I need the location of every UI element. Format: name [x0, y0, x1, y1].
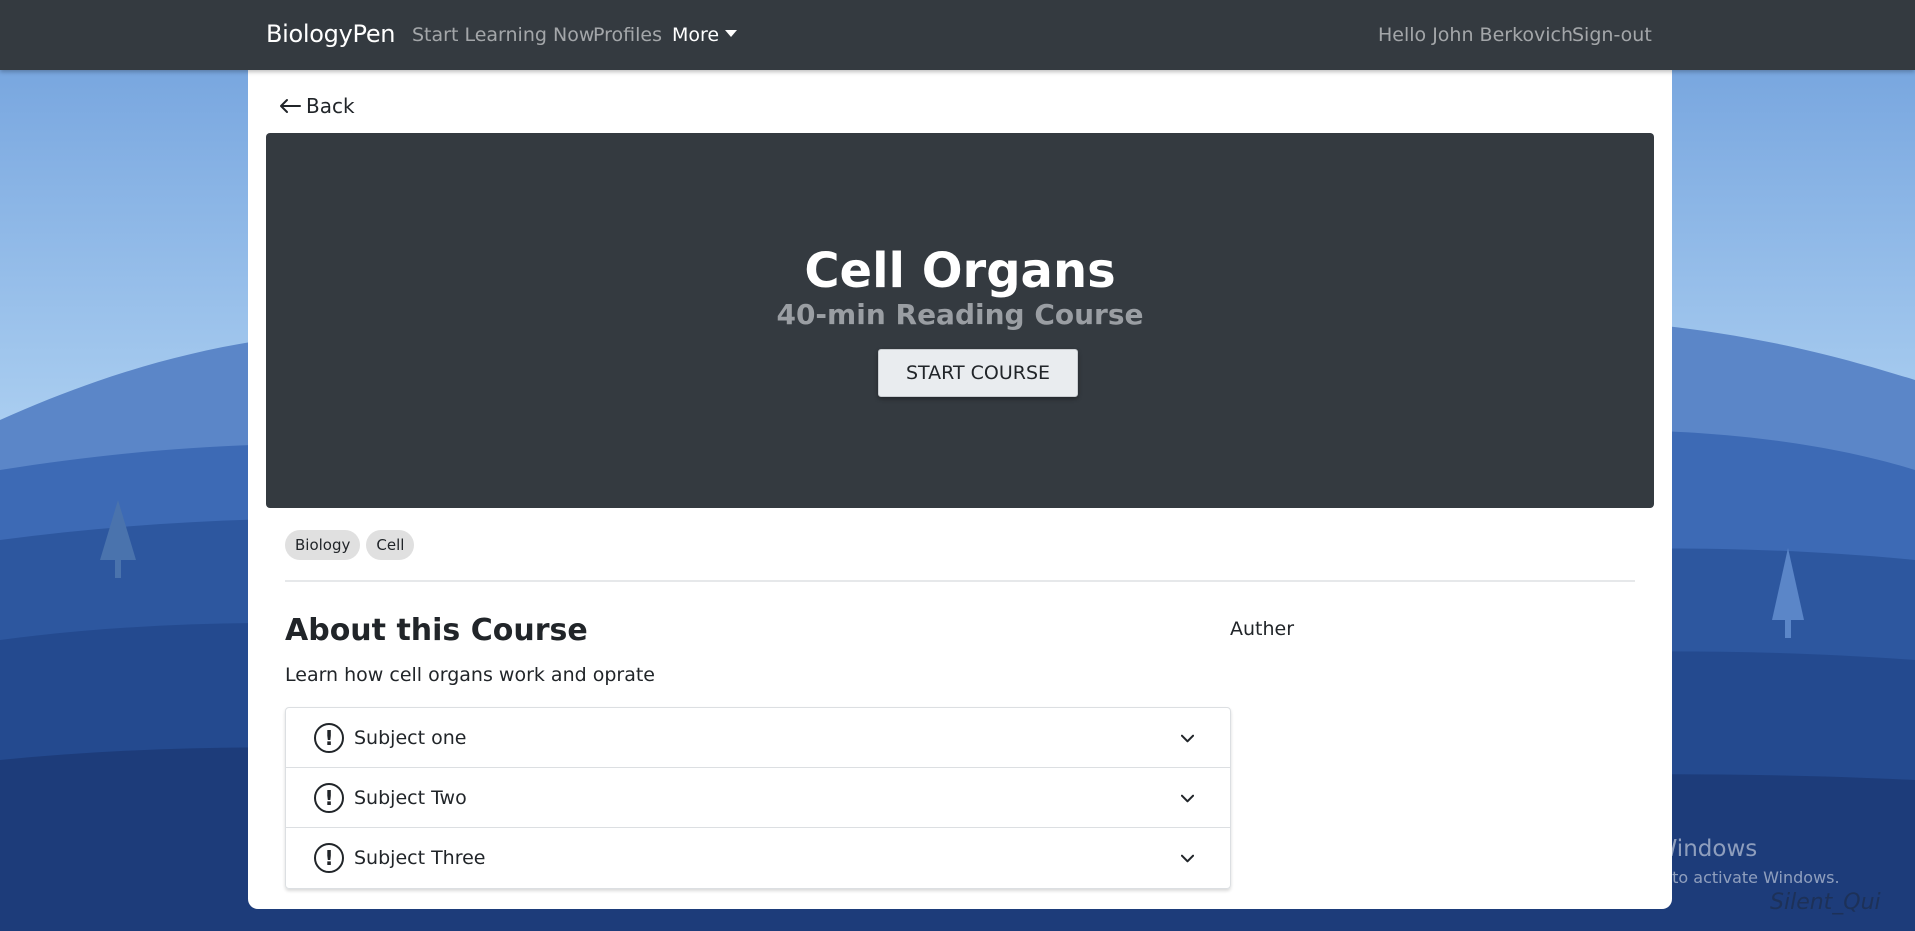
section-divider [285, 580, 1635, 582]
subject-item[interactable]: ! Subject one [286, 708, 1230, 768]
arrow-left-icon [280, 99, 301, 113]
author-label: Auther [1230, 618, 1295, 640]
subject-label: Subject Three [354, 847, 486, 869]
subjects-accordion: ! Subject one ! Subject Two ! Subject Th… [285, 707, 1231, 889]
subject-item[interactable]: ! Subject Two [286, 768, 1230, 828]
exclamation-circle-icon: ! [314, 843, 344, 873]
course-title: Cell Organs [804, 243, 1116, 299]
signout-link[interactable]: Sign-out [1572, 24, 1652, 46]
top-navbar: BiologyPen Start Learning Now Profiles M… [0, 0, 1915, 70]
tag-chip[interactable]: Biology [285, 530, 361, 560]
user-greeting: Hello John Berkovich [1378, 24, 1574, 46]
tag-chip[interactable]: Cell [366, 530, 415, 560]
subject-label: Subject one [354, 726, 467, 749]
about-heading: About this Course [285, 613, 588, 648]
watermark-subtitle: Go to Settings to activate Windows. [1553, 868, 1840, 887]
nav-profiles-link[interactable]: Profiles [593, 24, 662, 46]
exclamation-circle-icon: ! [314, 722, 344, 753]
nav-more-label: More [672, 24, 720, 46]
course-card: Back Cell Organs 40-min Reading Course S… [248, 70, 1672, 909]
chevron-down-icon[interactable] [1181, 732, 1194, 745]
chevron-down-icon[interactable] [1181, 792, 1194, 805]
subject-item[interactable]: ! Subject Three [286, 828, 1230, 888]
course-hero: Cell Organs 40-min Reading Course START … [266, 133, 1654, 508]
activate-windows-watermark: Activate Windows Go to Settings to activ… [1553, 836, 1840, 887]
start-course-button[interactable]: START COURSE [878, 349, 1078, 397]
brand-logo-link[interactable]: BiologyPen [266, 20, 396, 48]
caret-down-icon [725, 30, 738, 37]
about-description: Learn how cell organs work and oprate [285, 664, 655, 686]
nav-start-learning-link[interactable]: Start Learning Now [412, 24, 594, 46]
course-subtitle: 40-min Reading Course [776, 298, 1144, 331]
exclamation-circle-icon: ! [314, 782, 344, 813]
nav-more-dropdown[interactable]: More [672, 24, 738, 46]
back-label: Back [306, 94, 355, 118]
subject-label: Subject Two [354, 786, 467, 809]
watermark-title: Activate Windows [1553, 836, 1758, 862]
back-link[interactable]: Back [278, 94, 355, 118]
chevron-down-icon[interactable] [1181, 852, 1194, 865]
course-tags: Biology Cell [285, 530, 415, 560]
corner-watermark-text: Silent_Qui [1770, 890, 1881, 915]
